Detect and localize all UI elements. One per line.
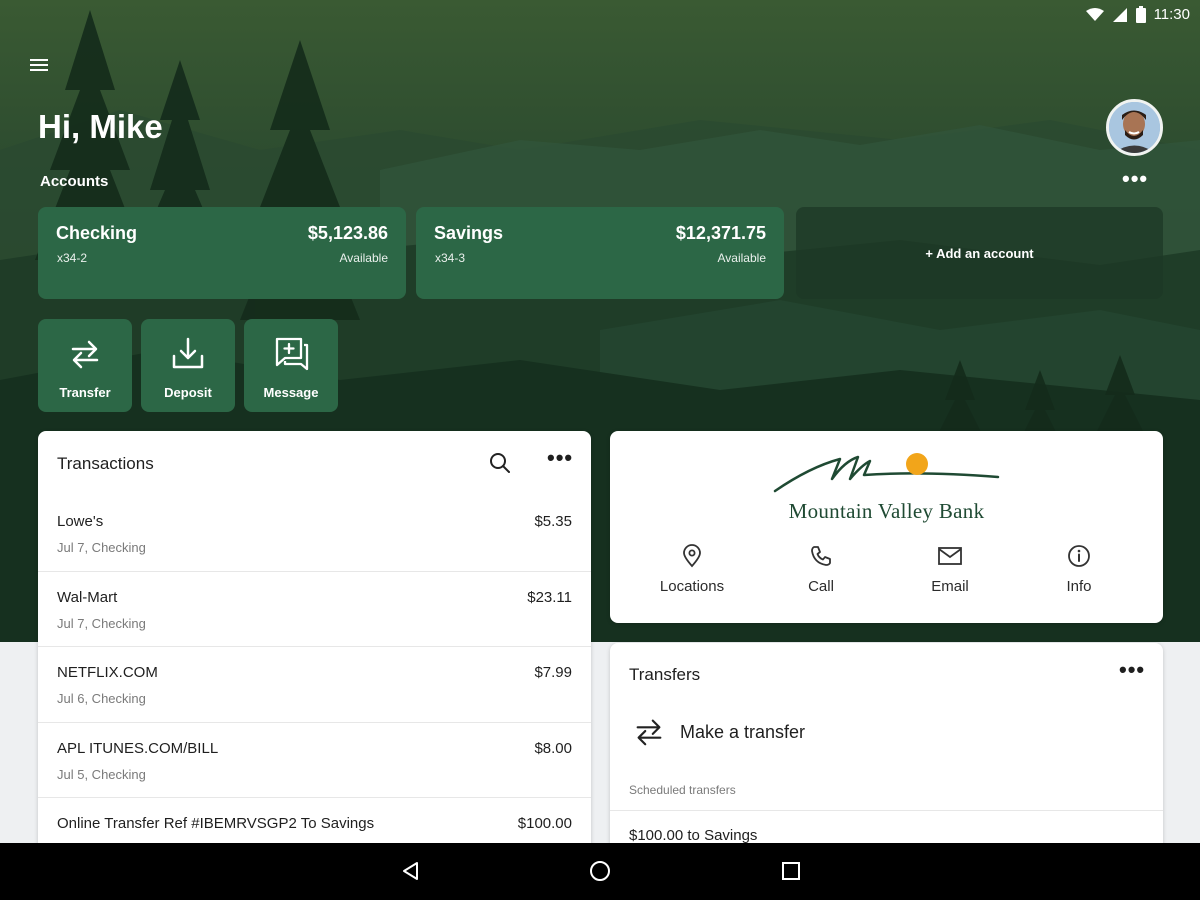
make-transfer-button[interactable]: Make a transfer: [632, 715, 805, 749]
info-icon: [1068, 545, 1090, 567]
accounts-label: Accounts: [40, 173, 109, 190]
add-account-button[interactable]: + Add an account: [796, 207, 1163, 299]
transactions-card: Transactions ••• Lowe's Jul 7, Checking …: [38, 431, 591, 861]
wifi-icon: [1085, 7, 1104, 21]
transaction-merchant: Online Transfer Ref #IBEMRVSGP2 To Savin…: [57, 815, 375, 832]
bank-info-card: Mountain Valley Bank Locations Call Emai…: [610, 431, 1163, 623]
scheduled-transfers-label: Scheduled transfers: [629, 783, 736, 797]
navigation-bar: [0, 843, 1200, 900]
avatar[interactable]: [1106, 99, 1163, 156]
account-number: x34-2: [57, 251, 88, 265]
transaction-row[interactable]: NETFLIX.COM Jul 6, Checking $7.99: [38, 647, 591, 723]
account-name: Savings: [434, 223, 504, 243]
contact-label: Locations: [659, 578, 725, 595]
transaction-amount: $23.11: [527, 588, 572, 606]
transaction-amount: $7.99: [534, 664, 572, 681]
transaction-detail: Jul 7, Checking: [57, 540, 146, 555]
location-pin-icon: [683, 544, 701, 568]
transactions-title: Transactions: [57, 454, 154, 473]
recents-icon[interactable]: [780, 860, 802, 882]
bank-name: Mountain Valley Bank: [788, 499, 985, 523]
account-balance-label: Available: [717, 251, 766, 265]
search-icon[interactable]: [488, 451, 512, 475]
transfers-card: Transfers ••• Make a transfer Scheduled …: [610, 643, 1163, 863]
divider: [610, 810, 1163, 811]
account-balance-label: Available: [339, 251, 388, 265]
status-time: 11:30: [1153, 6, 1190, 23]
transaction-row[interactable]: Wal-Mart Jul 7, Checking $23.11: [38, 572, 591, 647]
transfers-title: Transfers: [629, 665, 701, 684]
transaction-merchant: Wal-Mart: [57, 588, 118, 606]
deposit-button[interactable]: Deposit: [141, 319, 235, 412]
back-icon[interactable]: [400, 860, 422, 882]
locations-button[interactable]: Locations: [632, 544, 752, 595]
make-transfer-label: Make a transfer: [680, 721, 806, 742]
transaction-merchant: APL ITUNES.COM/BILL: [57, 739, 219, 757]
transfer-icon: [636, 719, 662, 746]
signal-icon: [1112, 7, 1127, 22]
action-label: Message: [263, 385, 319, 400]
transfer-button[interactable]: Transfer: [38, 319, 132, 412]
bank-logo: [773, 453, 1000, 493]
transaction-amount: $100.00: [517, 815, 572, 832]
transaction-amount: $8.00: [534, 739, 572, 757]
account-card-checking[interactable]: Checking x34-2 $5,123.86 Available: [38, 207, 406, 299]
transfer-icon: [71, 340, 99, 369]
transaction-row[interactable]: Lowe's Jul 7, Checking $5.35: [38, 496, 591, 572]
account-balance: $5,123.86: [307, 223, 388, 243]
menu-icon[interactable]: [30, 56, 56, 78]
info-button[interactable]: Info: [1019, 544, 1139, 595]
scheduled-transfer-item[interactable]: $100.00 to Savings: [629, 827, 757, 844]
message-icon: [275, 337, 309, 371]
transaction-detail: Jul 6, Checking: [57, 691, 146, 706]
phone-icon: [811, 546, 831, 566]
call-button[interactable]: Call: [761, 544, 881, 595]
account-number: x34-3: [435, 251, 466, 265]
transaction-list: Lowe's Jul 7, Checking $5.35 Wal-Mart Ju…: [38, 496, 591, 861]
transaction-detail: Jul 5, Checking: [57, 766, 146, 782]
account-card-savings[interactable]: Savings x34-3 $12,371.75 Available: [416, 207, 784, 299]
transactions-more-icon[interactable]: •••: [547, 447, 573, 469]
transaction-row[interactable]: APL ITUNES.COM/BILL Jul 5, Checking $8.0…: [38, 723, 591, 798]
action-label: Deposit: [164, 385, 212, 400]
status-bar: 11:30: [0, 0, 1200, 32]
contact-label: Call: [808, 578, 834, 595]
contact-label: Info: [1066, 578, 1092, 595]
transaction-amount: $5.35: [534, 513, 572, 530]
transaction-merchant: Lowe's: [57, 513, 104, 530]
message-button[interactable]: Message: [244, 319, 338, 412]
battery-icon: [1135, 6, 1146, 23]
email-button[interactable]: Email: [890, 544, 1010, 595]
email-icon: [938, 547, 962, 565]
transaction-detail: Jul 7, Checking: [57, 615, 146, 631]
accounts-more-icon[interactable]: •••: [1122, 168, 1148, 190]
transaction-merchant: NETFLIX.COM: [57, 664, 158, 681]
transfers-more-icon[interactable]: •••: [1119, 659, 1145, 681]
account-balance: $12,371.75: [675, 223, 766, 243]
greeting: Hi, Mike: [38, 108, 163, 145]
contact-label: Email: [931, 578, 969, 595]
action-label: Transfer: [59, 385, 111, 400]
account-name: Checking: [56, 223, 138, 243]
home-icon[interactable]: [589, 860, 611, 882]
deposit-icon: [172, 337, 204, 369]
